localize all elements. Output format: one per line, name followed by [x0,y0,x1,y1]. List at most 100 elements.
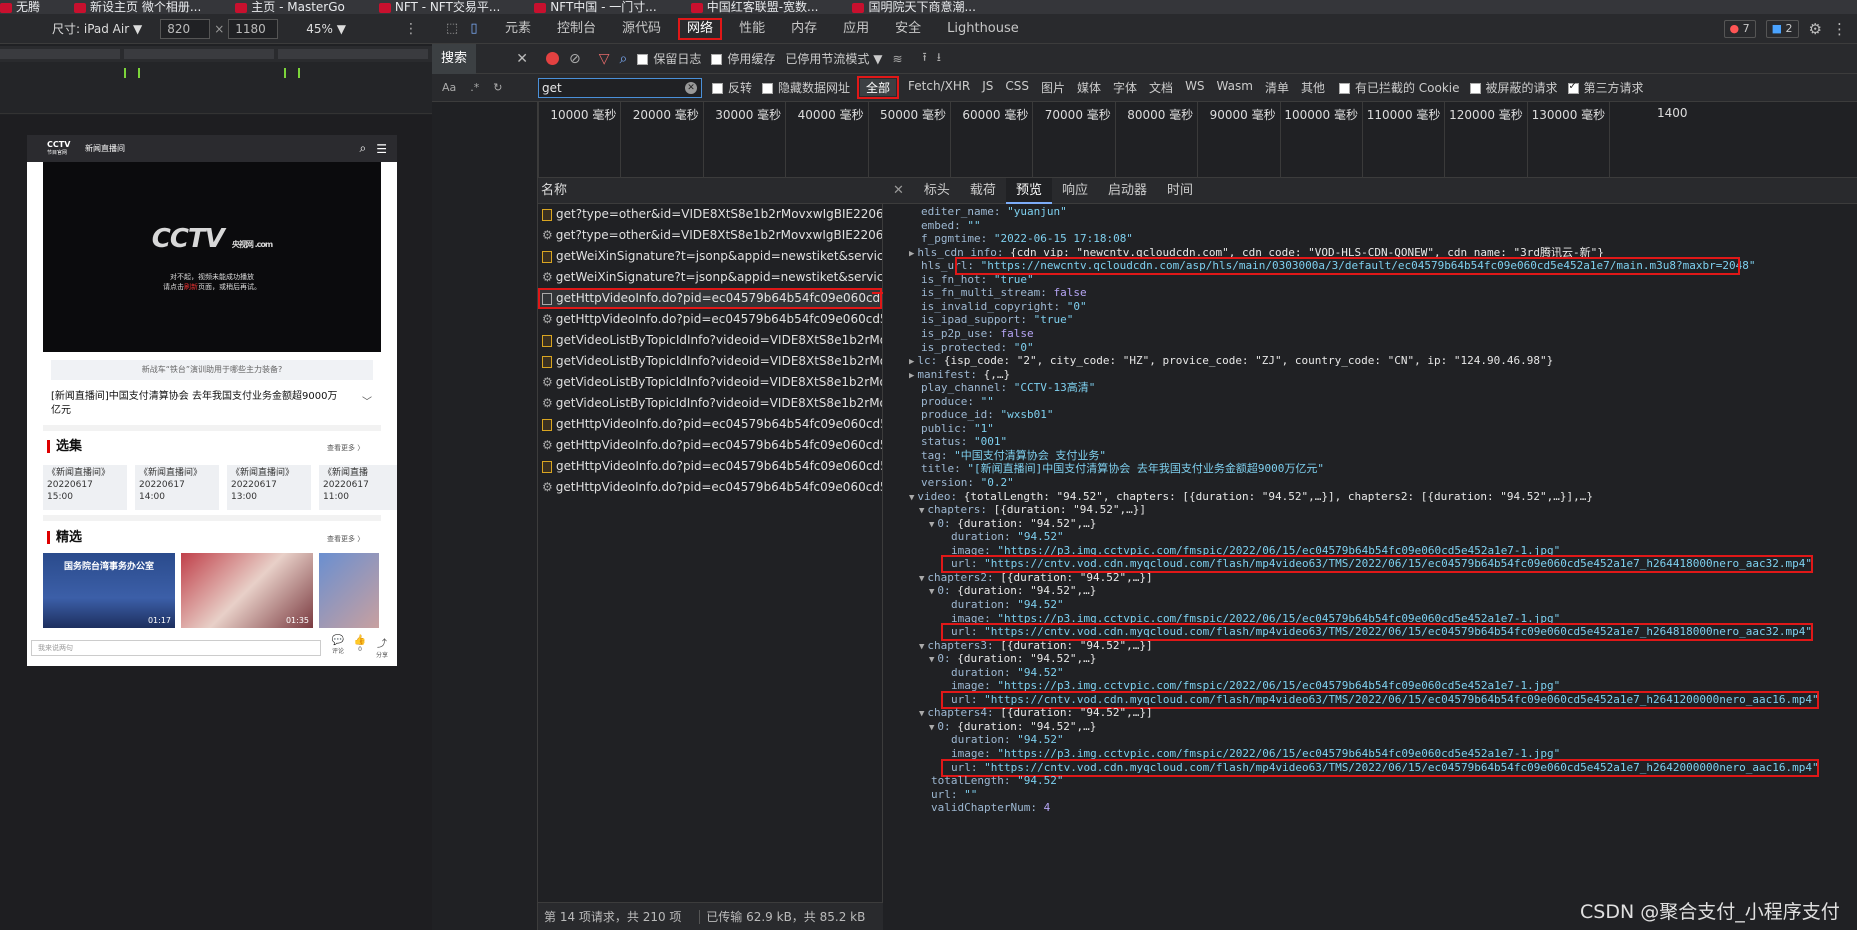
resource-type-filter[interactable]: 图片 [1035,79,1071,96]
resource-type-filter[interactable]: 媒体 [1071,79,1107,96]
inspect-element-icon[interactable]: ⬚ [442,21,462,36]
expand-triangle-icon[interactable]: ▼ [929,587,934,597]
detail-tab[interactable]: 启动器 [1098,178,1157,204]
request-row[interactable]: getVideoListByTopicIdInfo?videoid=VIDE8X… [538,330,882,351]
share-icon[interactable]: ⤴ 分享 [371,635,393,659]
request-row[interactable]: ⚙ getWeiXinSignature?t=jsonp&appid=newsti… [538,267,882,288]
search-icon[interactable]: ⌕ [620,51,628,67]
expand-triangle-icon[interactable]: ▼ [929,723,934,733]
import-har-icon[interactable]: ⭱ [923,48,927,69]
expand-triangle-icon[interactable]: ▼ [929,520,934,530]
resource-type-filter[interactable]: Wasm [1211,79,1259,96]
resource-type-filter[interactable]: 文档 [1143,79,1179,96]
close-icon[interactable]: ✕ [893,183,904,198]
search-icon[interactable]: ⌕ [360,141,367,156]
close-icon[interactable]: ✕ [516,51,528,67]
collapse-triangle-icon[interactable]: ▶ [909,249,914,259]
throttling-select[interactable]: 已停用节流模式 ▼ [785,50,882,67]
request-row[interactable]: ⚙ getHttpVideoInfo.do?pid=ec04579b64b54fc… [538,477,882,498]
clear-icon[interactable]: ⊘ [569,51,581,67]
bookmark-item[interactable]: NFT - NFT交易平... [378,1,500,13]
bookmark-item[interactable]: NFT中国 - 一门寸... [534,1,657,13]
network-conditions-icon[interactable]: ≋ [892,52,902,66]
issues-badge[interactable]: ● 7 [1723,19,1756,38]
collapse-triangle-icon[interactable]: ▶ [909,371,914,381]
refresh-link[interactable]: 刷新 [184,283,198,291]
resource-type-filter[interactable]: 其他 [1295,79,1331,96]
device-size-select[interactable]: 尺寸: iPad Air ▼ [52,20,142,37]
expand-triangle-icon[interactable]: ▼ [909,493,914,503]
device-zoom-select[interactable]: 45% ▼ [306,22,346,36]
request-row[interactable]: ⚙ getHttpVideoInfo.do?pid=ec04579b64b54fc… [538,309,882,330]
match-case-icon[interactable]: Aa [442,81,456,94]
blocked-requests-checkbox[interactable]: 被屏蔽的请求 [1469,79,1558,96]
search-tab[interactable]: 搜索 [432,43,477,74]
expand-triangle-icon[interactable]: ▼ [919,506,924,516]
detail-tab[interactable]: 标头 [914,178,960,204]
clear-filter-icon[interactable]: ✕ [685,81,697,94]
hide-data-urls-checkbox[interactable]: 隐藏数据网址 [762,79,850,96]
record-icon[interactable] [546,52,559,65]
resource-type-filter[interactable]: WS [1179,79,1210,96]
messages-badge[interactable]: ■ 2 [1765,19,1799,38]
bookmark-item[interactable]: 新设主页 微个相册... [74,1,201,13]
like-icon[interactable]: 👍 0 [349,635,371,653]
devtools-tab[interactable]: 内存 [778,14,830,44]
expand-triangle-icon[interactable]: ▼ [919,642,924,652]
collapse-triangle-icon[interactable]: ▶ [909,357,914,367]
resource-type-filter[interactable]: JS [976,79,999,96]
devtools-tab[interactable]: Lighthouse [934,14,1032,44]
request-row[interactable]: getWeiXinSignature?t=jsonp&appid=newstik… [538,246,882,267]
settings-gear-icon[interactable]: ⚙ [1809,20,1822,38]
bookmark-item[interactable]: 主页 - MasterGo [235,1,345,13]
episode-card[interactable]: 《新闻直播间》 20220617 13:00 [227,465,311,510]
expand-triangle-icon[interactable]: ▼ [929,655,934,665]
featured-thumbnail[interactable] [319,553,379,628]
devtools-tab[interactable]: 安全 [882,14,934,44]
more-options-icon[interactable]: ⋮ [404,21,418,37]
devtools-tab[interactable]: 元素 [492,14,544,44]
refresh-icon[interactable]: ↻ [493,81,502,94]
third-party-checkbox[interactable]: 第三方请求 [1567,79,1644,96]
filter-input[interactable]: get ✕ [538,77,702,98]
comment-input[interactable]: 我来说两句 [31,640,321,656]
regex-icon[interactable]: .* [470,81,479,94]
devtools-tab[interactable]: 控制台 [544,14,609,44]
devtools-tab[interactable]: 源代码 [609,14,674,44]
episode-card[interactable]: 《新闻直播 20220617 11:00 [319,465,397,510]
expand-triangle-icon[interactable]: ▼ [919,574,924,584]
episode-card[interactable]: 《新闻直播间》 20220617 15:00 [43,465,127,510]
expand-triangle-icon[interactable]: ▼ [919,709,924,719]
device-toggle-icon[interactable]: ▯ [464,21,484,36]
bookmark-item[interactable]: 中国红客联盟-宽数... [690,1,818,13]
resource-type-filter[interactable]: 全部 [857,76,900,99]
request-row[interactable]: ⚙ getHttpVideoInfo.do?pid=ec04579b64b54fc… [538,435,882,456]
export-har-icon[interactable]: ⭳ [937,48,941,69]
filter-icon[interactable]: ▽ [599,51,610,67]
request-row[interactable]: getHttpVideoInfo.do?pid=ec04579b64b54fc0… [538,456,882,477]
request-row[interactable]: ⚙ getVideoListByTopicIdInfo?videoid=VIDE8… [538,393,882,414]
detail-tab[interactable]: 时间 [1157,178,1203,204]
cctv-logo[interactable]: CCTV 节目官网 [47,140,71,157]
request-row[interactable]: getHttpVideoInfo.do?pid=ec04579b64b54fc0… [538,414,882,435]
menu-icon[interactable]: ☰ [376,142,387,156]
devtools-tab[interactable]: 性能 [726,14,778,44]
request-row[interactable]: ⚙ get?type=other&id=VIDE8XtS8e1b2rMovxwIg… [538,225,882,246]
see-more-link[interactable]: 查看更多 〉 [327,534,364,544]
resource-type-filter[interactable]: 字体 [1107,79,1143,96]
device-height-input[interactable]: 1180 [228,18,279,39]
device-width-input[interactable]: 820 [160,18,211,39]
chevron-down-icon[interactable]: ﹀ [362,393,372,408]
bookmark-item[interactable]: 国明院天下商意潮... [852,1,976,13]
blocked-cookies-checkbox[interactable]: 有已拦截的 Cookie [1338,79,1460,96]
detail-tab[interactable]: 载荷 [960,178,1006,204]
devtools-tab[interactable]: 网络 [674,14,726,44]
invert-checkbox[interactable]: 反转 [712,79,752,96]
request-row[interactable]: getVideoListByTopicIdInfo?videoid=VIDE8X… [538,351,882,372]
comment-icon[interactable]: 💬 评论 [327,635,349,655]
video-player[interactable]: CCTV 央视网 .com 对不起，视频未能成功播放 请点击刷新页面，或稍后再试… [43,162,381,352]
network-timeline-overview[interactable]: 10000 毫秒 20000 毫秒 30000 毫秒 40000 毫秒 50000 毫秒… [538,102,1857,178]
preserve-log-checkbox[interactable]: 保留日志 [637,50,701,67]
see-more-link[interactable]: 查看更多 〉 [327,443,364,453]
devtools-tab[interactable]: 应用 [830,14,882,44]
